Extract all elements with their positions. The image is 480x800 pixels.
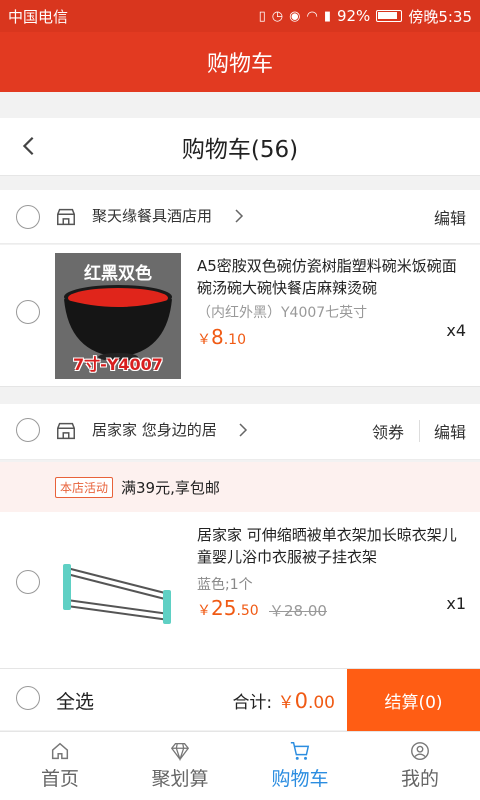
bottom-tab-bar: 首页 聚划算 购物车 我的 — [0, 731, 480, 800]
shop-header: 居家家 您身边的居 领券 编辑 — [0, 404, 480, 460]
tab-label: 购物车 — [271, 768, 329, 790]
product-spec[interactable]: 蓝色;1个 — [197, 574, 253, 594]
shop-name[interactable]: 聚天缘餐具酒店用 — [92, 205, 212, 226]
back-button[interactable] — [14, 131, 44, 161]
diamond-icon — [170, 743, 190, 762]
clock: 傍晚5:35 — [408, 7, 472, 26]
total-price: 合计: ￥0.00 — [232, 688, 335, 713]
chevron-right-icon[interactable] — [230, 207, 248, 225]
status-bar: 中国电信 ▯ ◷ ◉ ◠ ▮ 92% 傍晚5:35 — [0, 0, 480, 32]
checkout-bar: 全选 合计: ￥0.00 结算(0) — [0, 668, 480, 731]
shop-select-checkbox[interactable] — [16, 205, 40, 229]
tab-label: 首页 — [40, 768, 79, 790]
chevron-right-icon[interactable] — [234, 421, 252, 439]
page-header: 购物车(56) — [0, 118, 480, 176]
product-name[interactable]: A5密胺双色碗仿瓷树脂塑料碗米饭碗面碗汤碗大碗快餐店麻辣烫碗 — [197, 255, 467, 299]
price-symbol: ￥ — [197, 332, 211, 348]
user-icon — [411, 742, 429, 760]
store-promo-banner[interactable]: 本店活动 满39元,享包邮 — [0, 462, 480, 512]
thumb-label-top: 红黑双色 — [84, 264, 152, 284]
shop-name[interactable]: 居家家 您身边的居 — [92, 419, 217, 440]
price-int: 25 — [211, 596, 237, 620]
product-price: ￥8.10 — [197, 325, 246, 349]
tab-cart[interactable]: 购物车 — [240, 732, 360, 800]
select-all-label[interactable]: 全选 — [56, 687, 94, 714]
page-title: 购物车(56) — [181, 136, 299, 163]
edit-button[interactable]: 编辑 — [434, 205, 466, 229]
total-symbol: ￥ — [277, 693, 295, 713]
rack-image — [55, 526, 181, 652]
tab-home[interactable]: 首页 — [0, 732, 120, 800]
app-bar: 购物车 — [0, 32, 480, 92]
eye-icon: ◉ — [289, 8, 301, 24]
alarm-icon: ◷ — [271, 8, 284, 24]
chevron-left-icon — [22, 136, 34, 156]
item-select-checkbox[interactable] — [16, 570, 40, 594]
vibrate-icon: ▯ — [258, 8, 266, 24]
product-quantity: x4 — [446, 321, 466, 340]
shop-header: 聚天缘餐具酒店用 编辑 — [0, 190, 480, 244]
thumb-label-bottom: 7寸-Y4007 — [73, 355, 163, 374]
price-dec: .10 — [223, 332, 246, 348]
store-icon — [57, 208, 75, 226]
product-quantity: x1 — [446, 594, 466, 613]
product-thumbnail[interactable]: 红黑双色 7寸-Y4007 — [55, 253, 181, 379]
app-title: 购物车 — [206, 52, 273, 77]
edit-button[interactable]: 编辑 — [434, 419, 466, 443]
divider — [419, 420, 420, 442]
signal-icon: ▮ — [323, 8, 331, 24]
shop-select-checkbox[interactable] — [16, 418, 40, 442]
select-all-checkbox[interactable] — [16, 686, 40, 710]
coupon-button[interactable]: 领券 — [372, 419, 404, 443]
cart-icon — [290, 742, 310, 760]
battery-icon — [376, 10, 403, 22]
total-label: 合计: — [232, 693, 273, 713]
tab-label: 我的 — [400, 768, 439, 790]
price-symbol: ￥ — [197, 603, 211, 619]
total-dec: .00 — [307, 693, 335, 713]
product-price: ￥25.50 — [197, 596, 259, 620]
home-icon — [51, 742, 69, 760]
product-name[interactable]: 居家家 可伸缩晒被单衣架加长晾衣架儿童婴儿浴巾衣服被子挂衣架 — [197, 524, 467, 568]
cart-item[interactable]: 红黑双色 7寸-Y4007 A5密胺双色碗仿瓷树脂塑料碗米饭碗面碗汤碗大碗快餐店… — [0, 245, 480, 387]
status-icons: ▯ ◷ ◉ ◠ ▮ 92% 傍晚5:35 — [259, 6, 472, 27]
battery-percent: 92% — [336, 7, 371, 25]
total-int: 0 — [294, 689, 308, 713]
item-select-checkbox[interactable] — [16, 300, 40, 324]
carrier-label: 中国电信 — [8, 7, 69, 26]
store-icon — [57, 422, 75, 440]
promo-tag: 本店活动 — [55, 476, 114, 498]
original-price: ￥28.00 — [269, 602, 327, 620]
promo-text: 满39元,享包邮 — [121, 478, 220, 497]
price-dec: .50 — [236, 603, 259, 619]
product-spec[interactable]: （内红外黑）Y4007七英寸 — [197, 302, 367, 322]
cart-item[interactable]: 居家家 可伸缩晒被单衣架加长晾衣架儿童婴儿浴巾衣服被子挂衣架 蓝色;1个 ￥25… — [0, 512, 480, 668]
checkout-button[interactable]: 结算(0) — [347, 669, 480, 731]
product-thumbnail[interactable] — [55, 526, 181, 652]
total-amount: ￥0.00 — [277, 689, 335, 713]
tab-deals[interactable]: 聚划算 — [120, 732, 240, 800]
tab-profile[interactable]: 我的 — [360, 732, 480, 800]
tab-label: 聚划算 — [151, 768, 209, 790]
price-int: 8 — [211, 325, 224, 349]
wifi-icon: ◠ — [306, 8, 318, 24]
